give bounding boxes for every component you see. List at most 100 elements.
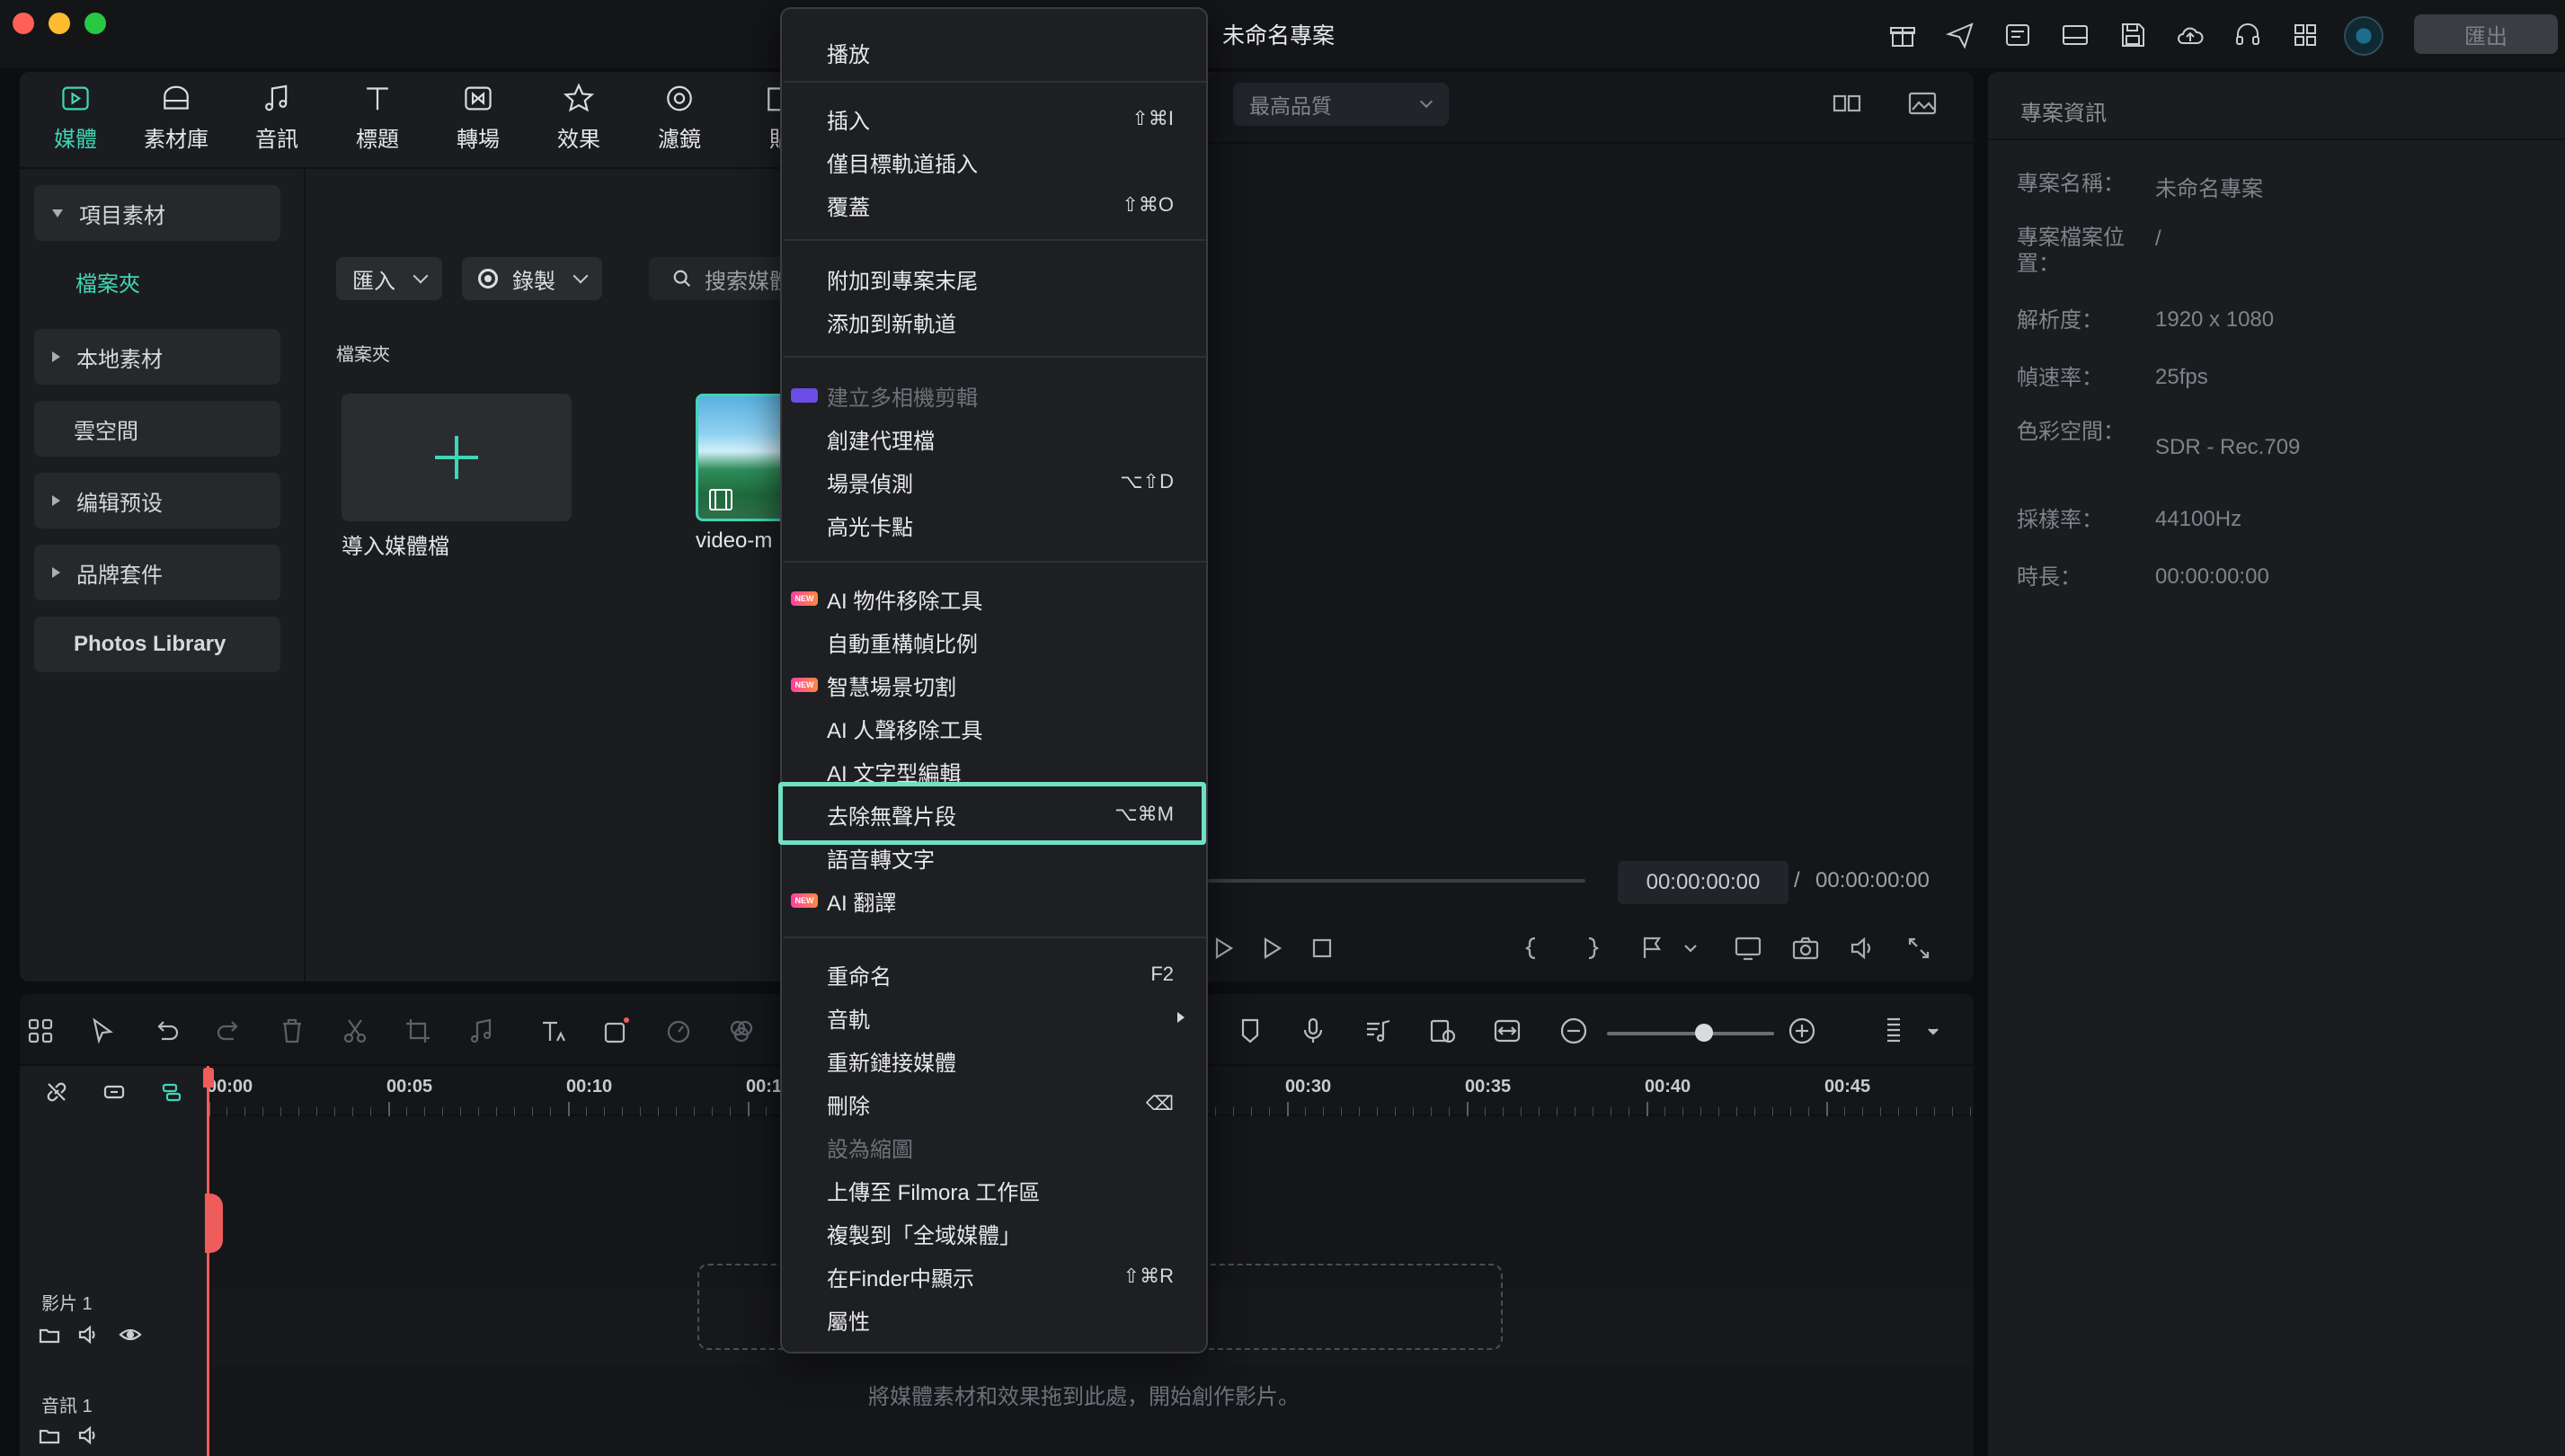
zoom-in-icon[interactable] bbox=[1787, 1016, 1817, 1046]
menu-item-copy-global-media[interactable]: 複製到「全域媒體」 bbox=[782, 1213, 1206, 1253]
color-icon[interactable] bbox=[726, 1016, 757, 1046]
menu-item-properties[interactable]: 屬性 bbox=[782, 1300, 1206, 1339]
track-manager-icon[interactable] bbox=[160, 1080, 183, 1104]
eye-icon[interactable] bbox=[119, 1323, 142, 1346]
fullscreen-icon[interactable] bbox=[1904, 933, 1934, 963]
stop-icon[interactable] bbox=[1307, 933, 1337, 963]
menu-item-smart-scene-cut[interactable]: NEW 智慧場景切割 bbox=[782, 665, 1206, 705]
fit-icon[interactable] bbox=[1492, 1016, 1522, 1046]
sidebar-item-presets[interactable]: 编辑预设 bbox=[34, 473, 280, 528]
menu-item-insert[interactable]: 插入 ⇧⌘I bbox=[782, 99, 1206, 138]
redo-icon[interactable] bbox=[214, 1016, 244, 1046]
audio-edit-icon[interactable] bbox=[466, 1016, 496, 1046]
zoom-slider[interactable] bbox=[1607, 1032, 1774, 1035]
display-icon[interactable] bbox=[1733, 933, 1763, 963]
gift-icon[interactable] bbox=[1887, 20, 1918, 50]
minimize-window-button[interactable] bbox=[49, 13, 70, 34]
send-icon[interactable] bbox=[1945, 20, 1975, 50]
menu-item-scene-detection[interactable]: 場景偵測 ⌥⇧D bbox=[782, 462, 1206, 502]
menu-item-delete[interactable]: 刪除 ⌫ bbox=[782, 1084, 1206, 1123]
mark-out-icon[interactable] bbox=[1576, 933, 1607, 963]
import-dropdown[interactable]: 匯入 bbox=[336, 257, 442, 300]
undo-icon[interactable] bbox=[151, 1016, 182, 1046]
text-tool-icon[interactable] bbox=[537, 1016, 568, 1046]
track-height-icon[interactable] bbox=[1878, 1016, 1909, 1046]
camera-icon[interactable] bbox=[1790, 933, 1821, 963]
play-back-icon[interactable] bbox=[1208, 933, 1238, 963]
menu-item-relink-media[interactable]: 重新鏈接媒體 bbox=[782, 1041, 1206, 1080]
layout-grid-icon[interactable] bbox=[25, 1016, 56, 1046]
sidebar-item-cloud[interactable]: 雲空間 bbox=[34, 401, 280, 457]
auto-highlight-icon[interactable] bbox=[1427, 1016, 1458, 1046]
menu-item-auto-reframe[interactable]: 自動重構幀比例 bbox=[782, 622, 1206, 661]
menu-item-new-track[interactable]: 添加到新軌道 bbox=[782, 302, 1206, 342]
menu-item-audio-track[interactable]: 音軌 bbox=[782, 998, 1206, 1037]
menu-item-ai-object-remover[interactable]: NEW AI 物件移除工具 bbox=[782, 579, 1206, 618]
menu-item-create-proxy[interactable]: 創建代理檔 bbox=[782, 419, 1206, 458]
zoom-slider-handle[interactable] bbox=[1695, 1024, 1713, 1042]
sidebar-item-brand-kit[interactable]: 品牌套件 bbox=[34, 545, 280, 600]
playhead[interactable] bbox=[207, 1066, 209, 1456]
shape-icon[interactable] bbox=[600, 1016, 631, 1046]
menu-item-upload-workspace[interactable]: 上傳至 Filmora 工作區 bbox=[782, 1170, 1206, 1210]
playhead-handle[interactable] bbox=[205, 1194, 223, 1253]
tab-audio[interactable]: 音訊 bbox=[232, 81, 322, 153]
chevron-down-icon[interactable] bbox=[1675, 933, 1706, 963]
tab-stock[interactable]: 素材庫 bbox=[131, 81, 221, 153]
delete-icon[interactable] bbox=[277, 1016, 307, 1046]
menu-item-beat-sync[interactable]: 高光卡點 bbox=[782, 505, 1206, 545]
play-icon[interactable] bbox=[1256, 933, 1287, 963]
sidebar-item-local-media[interactable]: 本地素材 bbox=[34, 329, 280, 385]
chevron-down-icon[interactable] bbox=[1918, 1016, 1948, 1046]
apps-grid-icon[interactable] bbox=[2290, 20, 2321, 50]
tab-titles[interactable]: 標題 bbox=[333, 81, 422, 153]
sidebar-item-project-media[interactable]: 項目素材 bbox=[34, 185, 280, 241]
group-icon[interactable] bbox=[102, 1080, 126, 1104]
menu-item-append[interactable]: 附加到專案末尾 bbox=[782, 259, 1206, 298]
snapshot-view-icon[interactable] bbox=[1907, 88, 1938, 119]
tab-transitions[interactable]: 轉場 bbox=[433, 81, 523, 153]
folder-lock-icon[interactable] bbox=[38, 1323, 61, 1346]
menu-item-play[interactable]: 播放 bbox=[782, 32, 1206, 72]
speed-icon[interactable] bbox=[663, 1016, 694, 1046]
volume-icon[interactable] bbox=[77, 1323, 101, 1346]
menu-item-reveal-finder[interactable]: 在Finder中顯示 ⇧⌘R bbox=[782, 1256, 1206, 1296]
select-arrow-icon[interactable] bbox=[88, 1016, 119, 1046]
tab-effects[interactable]: 效果 bbox=[534, 81, 624, 153]
menu-item-ai-translation[interactable]: NEW AI 翻譯 bbox=[782, 881, 1206, 920]
layout-icon[interactable] bbox=[2060, 20, 2090, 50]
tab-media[interactable]: 媒體 bbox=[31, 81, 120, 153]
tab-filters[interactable]: 濾鏡 bbox=[635, 81, 724, 153]
link-icon[interactable] bbox=[45, 1080, 68, 1104]
close-window-button[interactable] bbox=[13, 13, 34, 34]
menu-item-insert-target-track[interactable]: 僅目標軌道插入 bbox=[782, 142, 1206, 182]
crop-icon[interactable] bbox=[403, 1016, 433, 1046]
quality-dropdown[interactable]: 最高品質 bbox=[1233, 83, 1449, 126]
mark-in-icon[interactable] bbox=[1517, 933, 1548, 963]
save-icon[interactable] bbox=[2117, 20, 2148, 50]
cloud-upload-icon[interactable] bbox=[2175, 20, 2206, 50]
shield-icon[interactable] bbox=[1235, 1016, 1265, 1046]
volume-icon[interactable] bbox=[1848, 933, 1878, 963]
microphone-icon[interactable] bbox=[1298, 1016, 1328, 1046]
record-dropdown[interactable]: 錄製 bbox=[462, 257, 602, 300]
audio-track-icon[interactable] bbox=[1362, 1016, 1393, 1046]
task-list-icon[interactable] bbox=[2002, 20, 2033, 50]
user-avatar[interactable] bbox=[2344, 16, 2383, 56]
sidebar-item-photos-library[interactable]: Photos Library bbox=[34, 617, 280, 672]
headset-icon[interactable] bbox=[2232, 20, 2263, 50]
menu-item-ai-vocal-remover[interactable]: AI 人聲移除工具 bbox=[782, 708, 1206, 748]
zoom-out-icon[interactable] bbox=[1558, 1016, 1589, 1046]
marker-icon[interactable] bbox=[1638, 933, 1668, 963]
grid-view-icon[interactable] bbox=[1832, 88, 1862, 119]
import-media-tile[interactable] bbox=[342, 394, 572, 521]
sidebar-item-folder[interactable]: 檔案夾 bbox=[75, 266, 140, 297]
export-button[interactable]: 匯出 bbox=[2414, 14, 2558, 54]
playhead-top[interactable] bbox=[203, 1068, 214, 1088]
volume-icon[interactable] bbox=[77, 1424, 101, 1447]
preview-scrubber[interactable] bbox=[1208, 879, 1585, 883]
folder-lock-icon[interactable] bbox=[38, 1424, 61, 1447]
menu-item-rename[interactable]: 重命名 F2 bbox=[782, 954, 1206, 994]
menu-item-overwrite[interactable]: 覆蓋 ⇧⌘O bbox=[782, 185, 1206, 225]
zoom-window-button[interactable] bbox=[84, 13, 106, 34]
